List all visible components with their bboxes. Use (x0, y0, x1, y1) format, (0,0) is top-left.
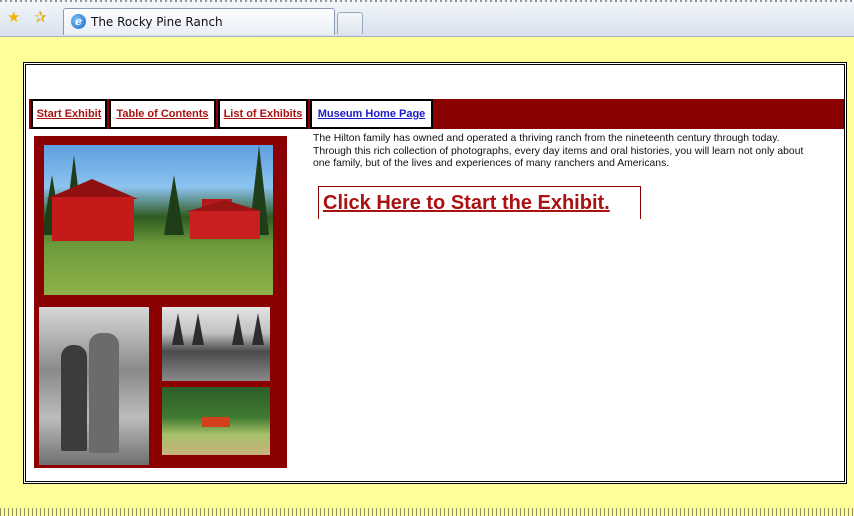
tab-title: The Rocky Pine Ranch (91, 15, 223, 29)
nav-table-of-contents[interactable]: Table of Contents (109, 99, 216, 129)
browser-toolbar: ★ ✰ e The Rocky Pine Ranch (0, 0, 854, 37)
tree-shape (252, 313, 264, 345)
barn-roof (46, 179, 138, 199)
star-icon[interactable]: ★ (7, 10, 20, 25)
person-shape (61, 345, 87, 451)
tree-shape (164, 175, 184, 235)
nav-list-of-exhibits[interactable]: List of Exhibits (218, 99, 308, 129)
person-shape (89, 333, 119, 453)
intro-text: The Hilton family has owned and operated… (313, 133, 804, 169)
red-barns-photo (44, 145, 273, 295)
ie-icon: e (71, 14, 86, 29)
nav-start-exhibit[interactable]: Start Exhibit (31, 99, 107, 129)
horses-wagon-photo (162, 307, 270, 381)
family-photo (39, 307, 149, 465)
status-bar-edge (0, 508, 854, 516)
new-tab-button[interactable] (337, 12, 363, 34)
start-exhibit-link-box[interactable]: Click Here to Start the Exhibit. (318, 186, 641, 219)
start-exhibit-link[interactable]: Click Here to Start the Exhibit. (323, 192, 610, 215)
photo-collage (34, 136, 287, 468)
hay-machine-photo (162, 387, 270, 455)
page-frame: Start Exhibit Table of Contents List of … (23, 62, 847, 484)
nav-bar: Start Exhibit Table of Contents List of … (29, 99, 844, 129)
nav-museum-home-page[interactable]: Museum Home Page (310, 99, 433, 129)
toolbar-edge (0, 0, 854, 2)
red-barn (52, 197, 134, 241)
star-add-icon[interactable]: ✰ (34, 10, 47, 25)
browser-tab[interactable]: e The Rocky Pine Ranch (63, 8, 335, 35)
tree-shape (172, 313, 184, 345)
red-barn (190, 211, 260, 239)
tree-shape (232, 313, 244, 345)
farm-machine (202, 417, 230, 427)
tree-shape (192, 313, 204, 345)
